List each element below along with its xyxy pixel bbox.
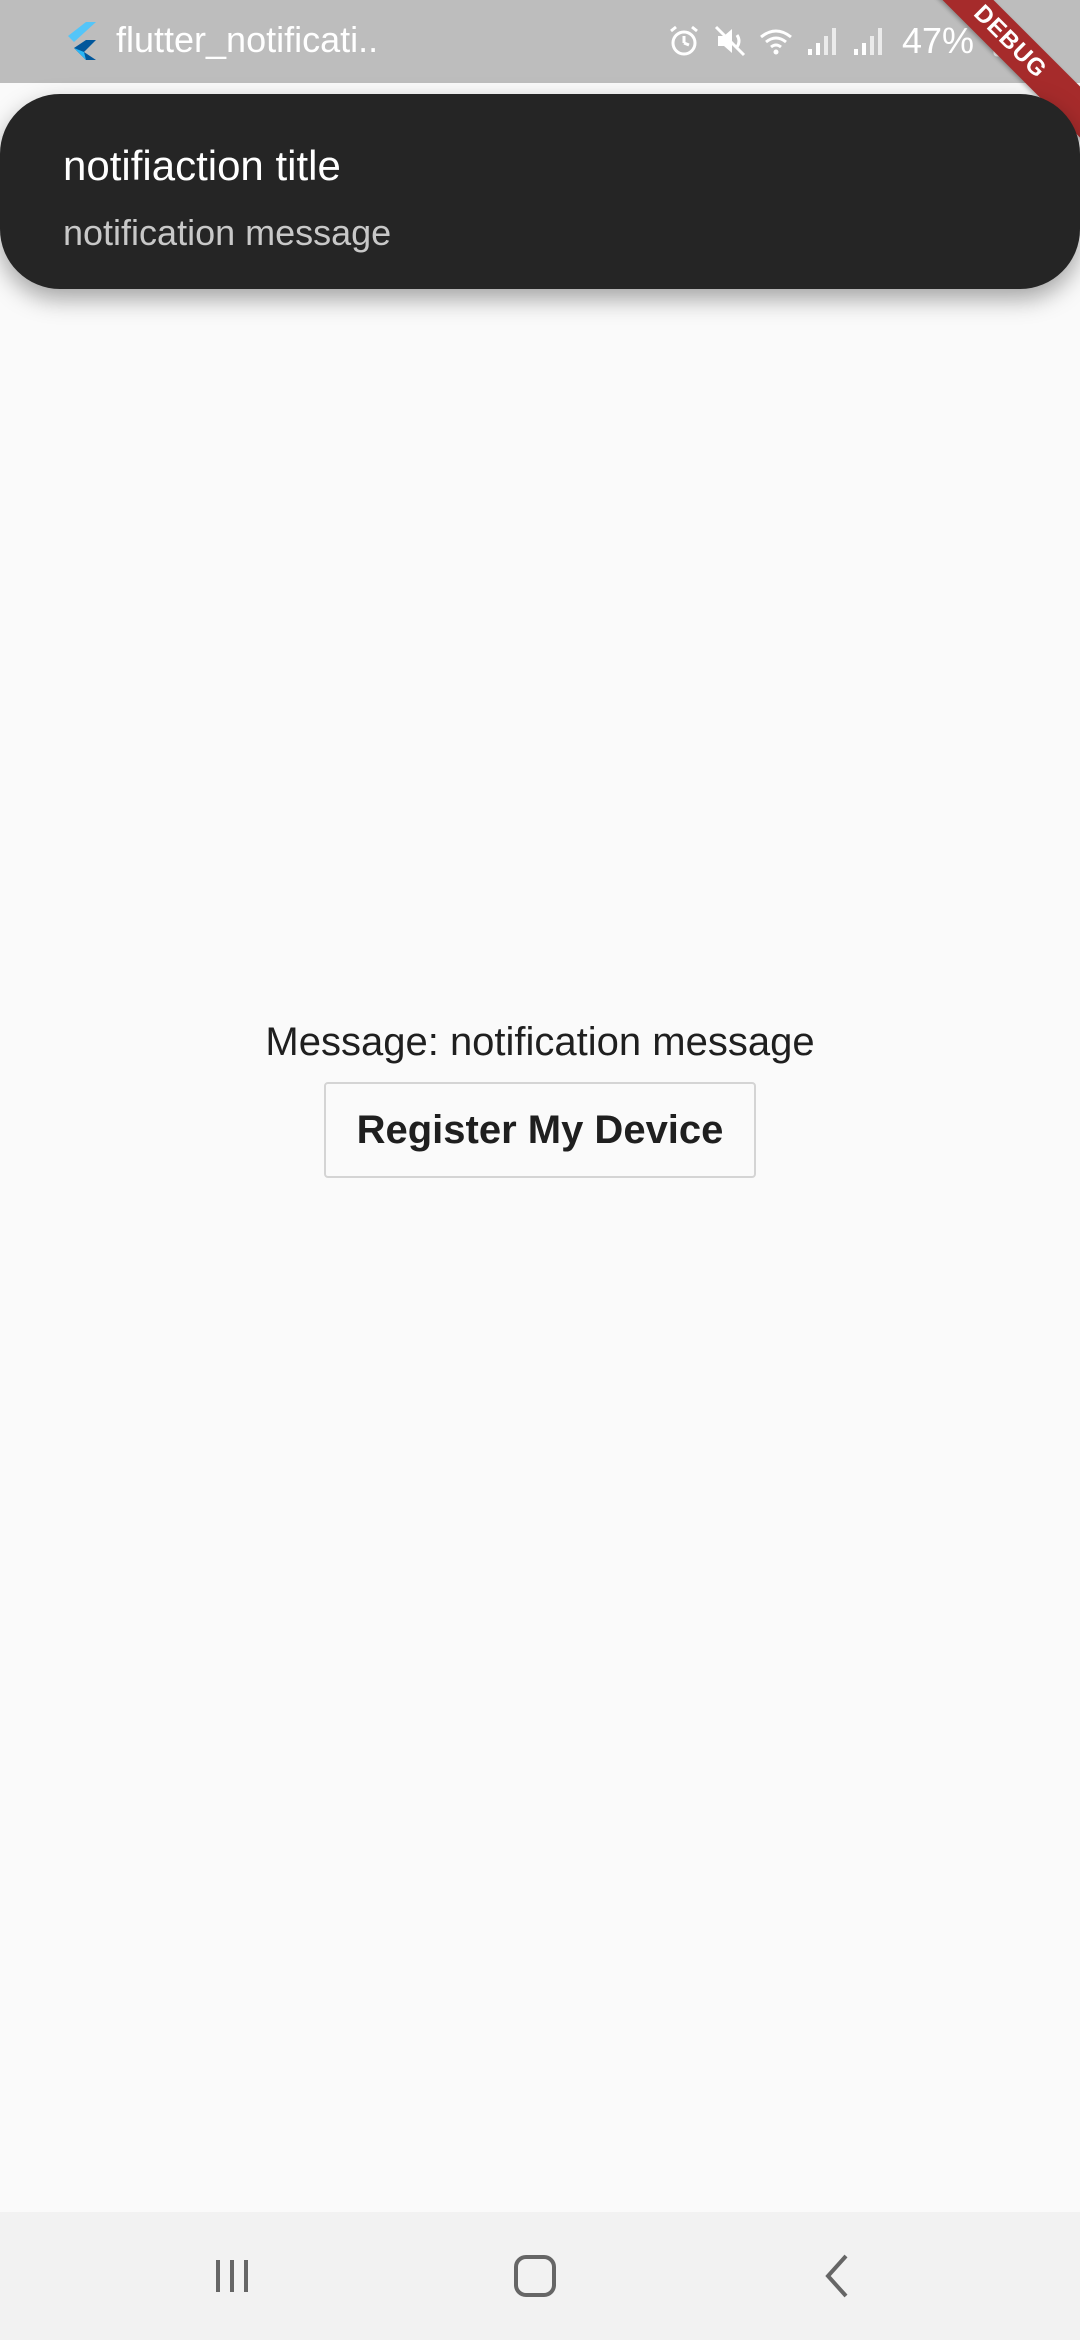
signal-icon [804,23,840,59]
navigation-bar [0,2212,1080,2340]
battery-percent: 47% [901,20,974,61]
status-bar: flutter_notificati.. 47% [0,0,1080,83]
wifi-icon [758,23,794,59]
signal-icon [850,23,886,59]
flutter-icon [62,20,102,60]
mute-icon [712,23,748,59]
status-app-title: flutter_notificati.. [116,19,379,60]
recents-icon[interactable] [204,2246,264,2306]
notification-message: notification message [63,212,392,253]
alarm-icon [666,23,702,59]
back-icon[interactable] [808,2246,868,2306]
register-device-button[interactable]: Register My Device [324,1082,756,1178]
notification-title: notifiaction title [63,142,341,189]
message-text: Message: notification message [265,1020,815,1064]
app-screen: flutter_notificati.. 47% DEBUG notifiact… [0,0,1080,2340]
home-icon[interactable] [505,2246,565,2306]
